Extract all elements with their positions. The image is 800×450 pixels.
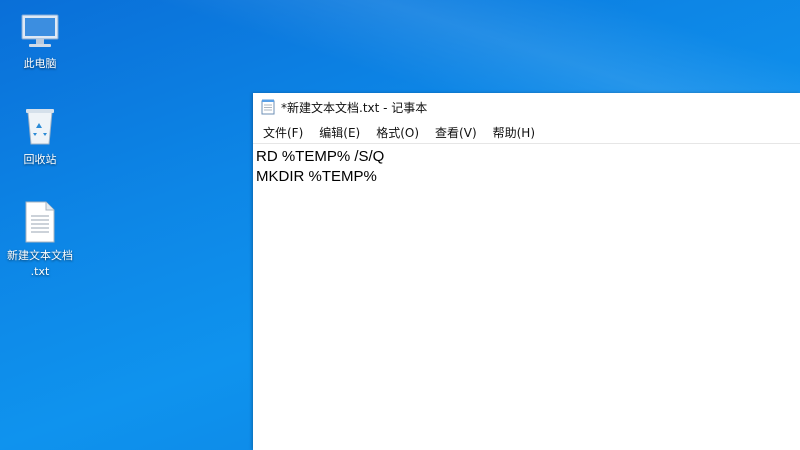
notepad-window: *新建文本文档.txt - 记事本 文件(F) 编辑(E) 格式(O) 查看(V… <box>253 93 800 450</box>
desktop-icon-recycle-bin[interactable]: 回收站 <box>0 106 80 168</box>
menu-edit[interactable]: 编辑(E) <box>313 122 366 143</box>
desktop-icon-label: 此电脑 <box>23 57 57 70</box>
text-file-icon <box>25 201 55 243</box>
desktop-icon-label: 新建文本文档 <box>7 249 73 262</box>
desktop-icon-label-ext: .txt <box>30 265 50 278</box>
desktop-icon-label: 回收站 <box>23 153 57 166</box>
editor-line: RD %TEMP% /S/Q <box>256 148 385 165</box>
notepad-icon <box>261 99 275 115</box>
recycle-bin-icon <box>26 109 54 145</box>
menu-help[interactable]: 帮助(H) <box>487 122 541 143</box>
desktop-icon-text-file[interactable]: 新建文本文档 .txt <box>0 200 80 280</box>
desktop-icon-this-pc[interactable]: 此电脑 <box>0 12 80 72</box>
computer-icon <box>21 14 59 47</box>
menu-format[interactable]: 格式(O) <box>370 122 425 143</box>
window-title: *新建文本文档.txt - 记事本 <box>281 100 428 115</box>
menu-bar: 文件(F) 编辑(E) 格式(O) 查看(V) 帮助(H) <box>253 121 800 144</box>
menu-view[interactable]: 查看(V) <box>429 122 483 143</box>
desktop: 此电脑 回收站 新建文本文档 .txt *新建文本文档.txt - 记事本 文件… <box>0 0 800 450</box>
menu-file[interactable]: 文件(F) <box>257 122 309 143</box>
editor-line: MKDIR %TEMP% <box>256 168 377 185</box>
text-editor-area[interactable]: RD %TEMP% /S/Q MKDIR %TEMP% <box>253 144 800 190</box>
title-bar[interactable]: *新建文本文档.txt - 记事本 <box>253 93 800 121</box>
